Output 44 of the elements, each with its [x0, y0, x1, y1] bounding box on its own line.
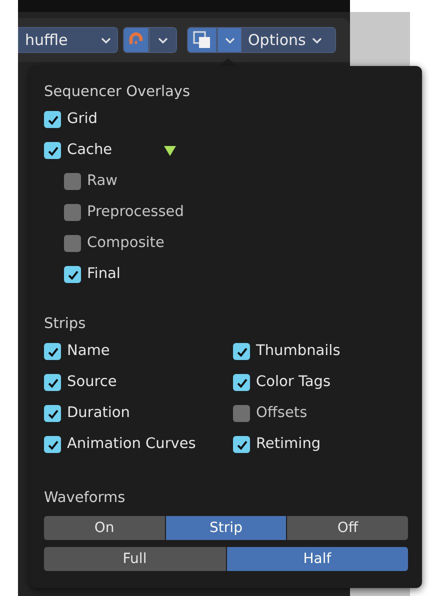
transform-dropdown[interactable]: huffle [18, 27, 118, 53]
checkbox[interactable]: Offsets [233, 398, 403, 429]
overlay-icon [192, 30, 212, 50]
checkmark-icon [46, 346, 58, 358]
checkmark-icon [46, 438, 58, 450]
overlay-menu-button[interactable] [217, 27, 242, 53]
section-title: Sequencer Overlays [44, 83, 192, 102]
section-title: Strips [44, 315, 87, 334]
triangle-icon [164, 146, 176, 156]
checkmark-icon [66, 268, 78, 280]
chevron-icon [224, 36, 234, 44]
checkmark-icon [46, 376, 58, 388]
checkbox[interactable]: Retiming [233, 429, 403, 460]
overlay-toggle[interactable] [187, 27, 217, 53]
checkbox[interactable]: Grid [44, 104, 408, 135]
checkbox[interactable]: Composite [44, 228, 408, 259]
snap-menu-button[interactable] [149, 27, 177, 53]
checkbox[interactable]: Source [44, 367, 233, 398]
checkmark-icon [236, 376, 248, 388]
toggle-button[interactable]: Half [226, 547, 408, 571]
chevron-icon [101, 36, 111, 44]
snap-toggle[interactable] [123, 27, 149, 53]
checkmark-icon [46, 144, 58, 156]
checkbox[interactable]: Name [44, 336, 233, 367]
checkbox[interactable]: Animation Curves [44, 429, 233, 460]
checkbox[interactable]: Final [44, 259, 408, 290]
checkmark-icon [236, 346, 248, 358]
checkmark-icon [46, 408, 58, 420]
toggle-button[interactable]: Off [287, 516, 408, 540]
chevron-icon [312, 36, 322, 44]
toggle-button[interactable]: On [44, 516, 165, 540]
section-title: Waveforms [44, 489, 126, 508]
checkbox[interactable]: Color Tags [233, 367, 403, 398]
checkbox[interactable]: Duration [44, 398, 233, 429]
checkbox[interactable]: Thumbnails [233, 336, 403, 367]
options-dropdown[interactable]: Options [242, 27, 336, 53]
checkbox[interactable]: Cache [44, 135, 112, 166]
chevron-icon [158, 36, 168, 44]
checkmark-icon [46, 114, 58, 126]
checkbox[interactable]: Raw [44, 166, 408, 197]
checkmark-icon [236, 438, 248, 450]
toggle-button[interactable]: Strip [166, 516, 286, 540]
checkbox[interactable]: Preprocessed [44, 197, 408, 228]
toggle-button[interactable]: Full [44, 547, 226, 571]
